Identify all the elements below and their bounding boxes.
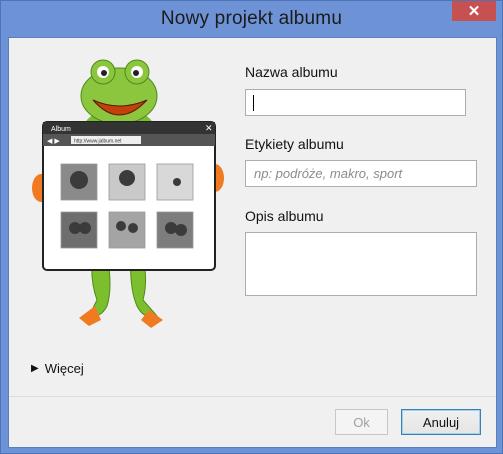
- svg-text:◀ ▶: ◀ ▶: [47, 138, 60, 145]
- window-title: Nowy projekt albumu: [160, 8, 343, 29]
- ok-button[interactable]: Ok: [335, 409, 388, 435]
- close-icon: ✕: [467, 2, 481, 20]
- close-button[interactable]: ✕: [452, 1, 496, 21]
- description-textarea[interactable]: [246, 233, 476, 295]
- tags-label: Etykiety albumu: [245, 136, 344, 152]
- more-label: Więcej: [44, 361, 84, 376]
- description-field[interactable]: [245, 232, 477, 296]
- title-bar[interactable]: Nowy projekt albumu ✕: [1, 1, 502, 37]
- more-toggle[interactable]: ▶ Więcej: [31, 361, 84, 376]
- frog-illustration: Album ✕ ◀ ▶ http://www.jalbum.net: [32, 59, 224, 328]
- name-label: Nazwa albumu: [245, 64, 338, 80]
- album-window-title: Album: [51, 126, 71, 133]
- dialog-footer: Ok Anuluj: [9, 396, 496, 447]
- dialog-window: Nowy projekt albumu ✕ Album ✕ ◀ ▶ http:/…: [0, 0, 503, 454]
- tags-input[interactable]: [246, 161, 476, 186]
- tags-field[interactable]: [245, 160, 477, 187]
- svg-text:✕: ✕: [205, 123, 213, 133]
- name-input[interactable]: [246, 90, 465, 115]
- description-label: Opis albumu: [245, 208, 324, 224]
- cancel-button[interactable]: Anuluj: [401, 409, 481, 435]
- album-url: http://www.jalbum.net: [74, 139, 122, 145]
- dialog-body: Album ✕ ◀ ▶ http://www.jalbum.net Nazwa …: [8, 37, 497, 448]
- expand-triangle-icon: ▶: [31, 363, 39, 374]
- name-field[interactable]: [245, 89, 466, 116]
- text-caret: [253, 95, 254, 111]
